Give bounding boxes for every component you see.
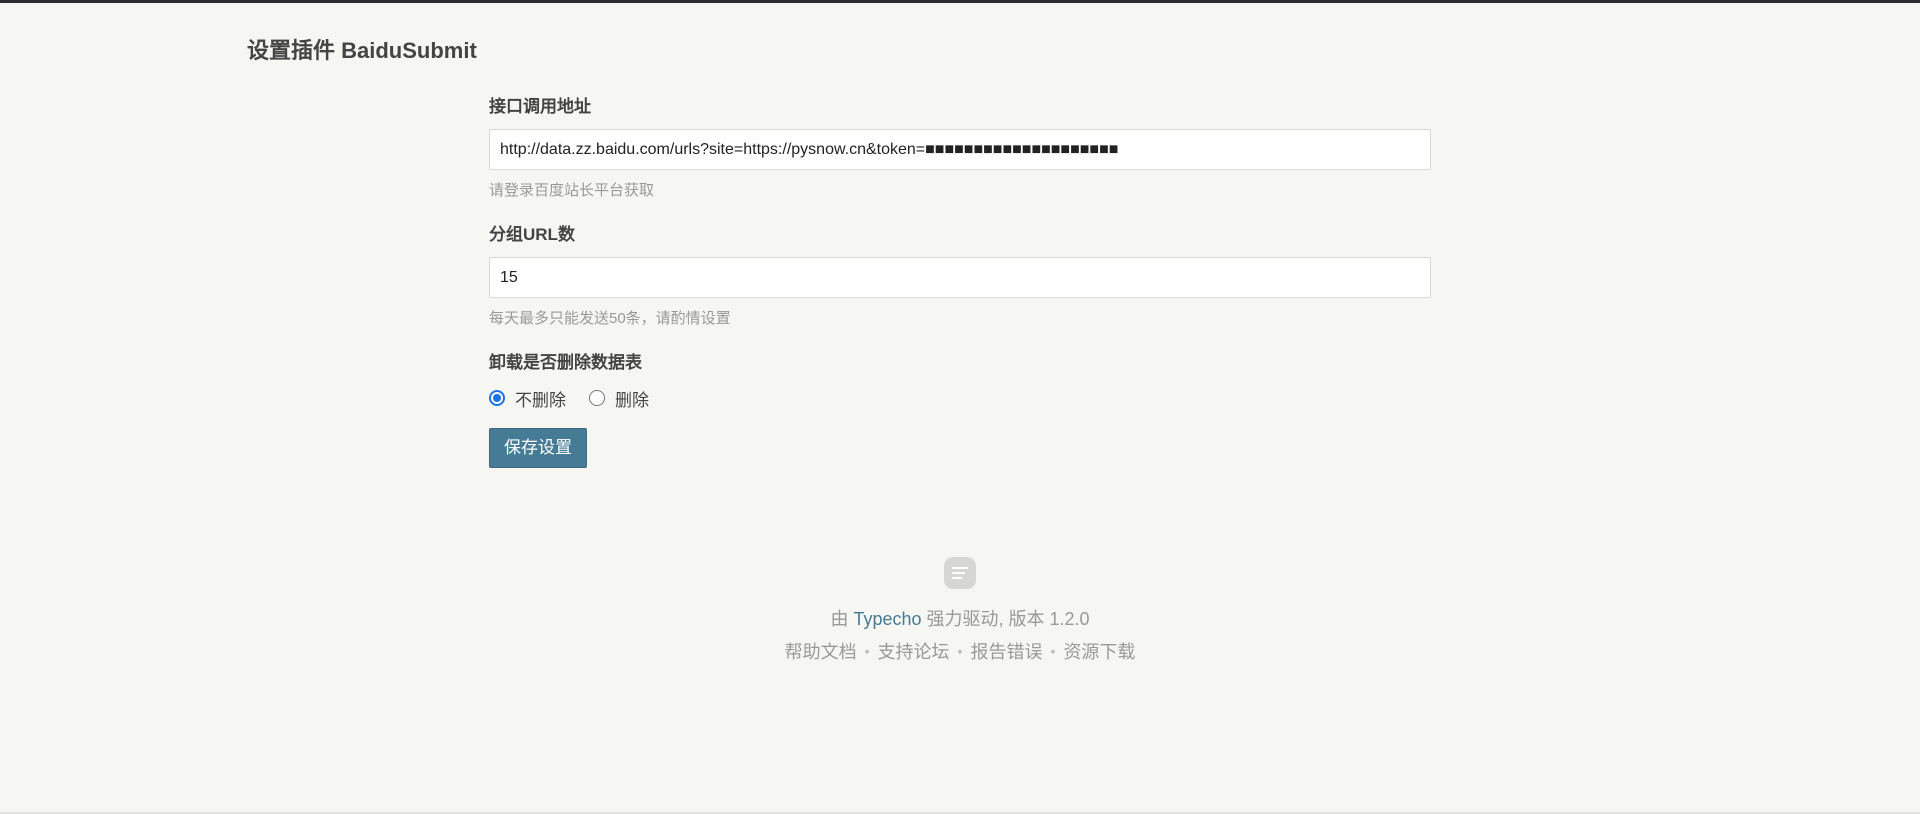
- api-url-label: 接口调用地址: [489, 97, 591, 116]
- save-settings-button[interactable]: 保存设置: [489, 428, 587, 468]
- radio-unchecked-icon[interactable]: [589, 390, 605, 406]
- separator-dot: •: [864, 643, 870, 659]
- radio-checked-icon[interactable]: [489, 390, 505, 406]
- group-count-label: 分组URL数: [489, 225, 575, 244]
- radio-label-delete: 删除: [615, 390, 649, 410]
- separator-dot: •: [957, 643, 963, 659]
- radio-option-delete[interactable]: 删除: [589, 386, 649, 411]
- footer-link-report-bug[interactable]: 报告错误: [970, 642, 1042, 662]
- typecho-logo-icon: [944, 557, 976, 589]
- radio-option-keep[interactable]: 不删除: [489, 386, 566, 411]
- powered-suffix: 强力驱动, 版本 1.2.0: [926, 609, 1090, 629]
- footer-links: 帮助文档 • 支持论坛 • 报告错误 • 资源下载: [0, 639, 1920, 663]
- top-bar: [0, 0, 1920, 3]
- group-count-input[interactable]: [489, 257, 1431, 298]
- uninstall-radio-group: 不删除 删除: [489, 386, 1431, 410]
- typecho-link[interactable]: Typecho: [853, 609, 921, 629]
- footer-link-download[interactable]: 资源下载: [1063, 642, 1135, 662]
- page-title: 设置插件 BaiduSubmit: [247, 38, 477, 63]
- api-url-field-block: 接口调用地址 请登录百度站长平台获取: [489, 96, 1431, 201]
- footer-link-forum[interactable]: 支持论坛: [878, 642, 950, 662]
- radio-label-keep: 不删除: [515, 390, 566, 410]
- group-count-description: 每天最多只能发送50条，请酌情设置: [489, 310, 731, 327]
- plugin-settings-form: 接口调用地址 请登录百度站长平台获取 分组URL数 每天最多只能发送50条，请酌…: [489, 96, 1431, 468]
- api-url-input[interactable]: [489, 129, 1431, 170]
- uninstall-field-block: 卸载是否删除数据表 不删除 删除: [489, 352, 1431, 410]
- powered-prefix: 由: [830, 609, 849, 629]
- footer-link-docs[interactable]: 帮助文档: [785, 642, 857, 662]
- separator-dot: •: [1050, 643, 1056, 659]
- uninstall-label: 卸载是否删除数据表: [489, 353, 642, 372]
- api-url-description: 请登录百度站长平台获取: [489, 182, 655, 199]
- powered-by-line: 由 Typecho 强力驱动, 版本 1.2.0: [0, 607, 1920, 631]
- footer: 由 Typecho 强力驱动, 版本 1.2.0 帮助文档 • 支持论坛 • 报告错误 •…: [0, 557, 1920, 663]
- group-count-field-block: 分组URL数 每天最多只能发送50条，请酌情设置: [489, 224, 1431, 329]
